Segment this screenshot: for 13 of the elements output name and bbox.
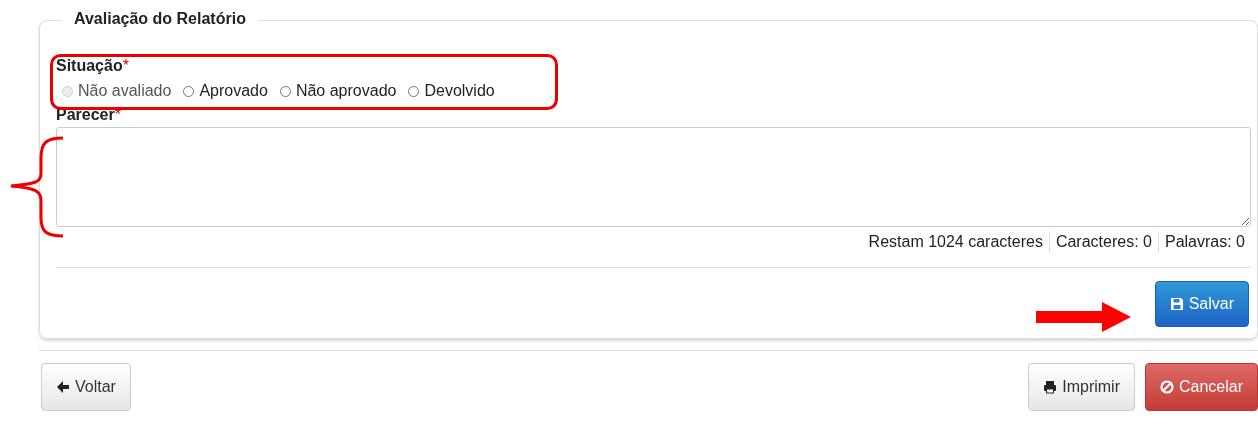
save-button[interactable]: Salvar <box>1154 281 1249 327</box>
radio-label: Aprovado <box>199 82 268 100</box>
print-button[interactable]: Imprimir <box>1028 363 1135 411</box>
counter-text: Palavras: 0 <box>1157 231 1251 253</box>
cancel-button[interactable]: Cancelar <box>1144 363 1258 411</box>
counter-text: Caracteres: 0 <box>1048 231 1158 253</box>
radio-label: Devolvido <box>424 82 495 100</box>
section-title: Avaliação do Relatório <box>62 10 258 28</box>
back-button[interactable]: Voltar <box>41 363 131 411</box>
radio-label: Não avaliado <box>78 82 172 100</box>
radio-label: Não aprovado <box>295 82 397 100</box>
counter-text: Restam 1024 caracteres <box>867 232 1044 252</box>
field-label: Situação* <box>56 57 130 75</box>
